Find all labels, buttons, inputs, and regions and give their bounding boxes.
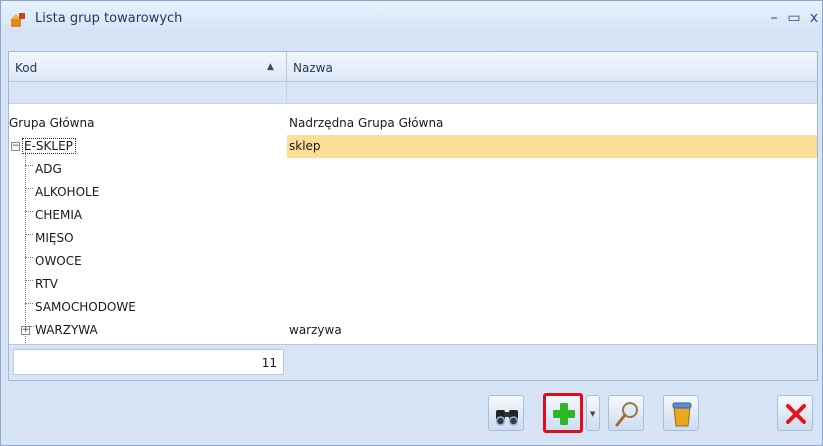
nazwa-cell — [287, 296, 817, 319]
nazwa-cell — [287, 181, 817, 204]
kod-cell-text: E-SKLEP — [22, 138, 76, 154]
nazwa-cell: Nadrzędna Grupa Główna — [289, 116, 444, 130]
app-icon — [10, 11, 28, 29]
sort-ascending-icon: ▲ — [267, 62, 274, 72]
minimize-button[interactable]: – — [764, 8, 784, 28]
chevron-down-icon: ▼ — [590, 410, 596, 418]
kod-cell: MIĘSO — [35, 231, 74, 245]
table-row[interactable]: ADG — [9, 158, 817, 181]
table-row[interactable]: OWOCE — [9, 250, 817, 273]
nazwa-cell — [287, 250, 817, 273]
group-grid: Kod ▲ Nazwa Grupa Główna Nadrzędna Grupa… — [8, 51, 818, 381]
nazwa-cell — [287, 273, 817, 296]
column-header-nazwa-label: Nazwa — [293, 61, 333, 75]
kod-cell: WARZYWA — [35, 323, 98, 337]
close-window-button[interactable]: x — [804, 8, 823, 28]
filter-nazwa-cell[interactable] — [287, 82, 817, 104]
grid-footer: 11 — [9, 344, 817, 380]
grid-header: Kod ▲ Nazwa — [9, 52, 817, 82]
search-button[interactable] — [488, 395, 524, 431]
kod-cell: SAMOCHODOWE — [35, 300, 136, 314]
table-row[interactable]: MIĘSO — [9, 227, 817, 250]
column-header-kod[interactable]: Kod ▲ — [9, 52, 287, 82]
kod-cell: E-SKLEP — [9, 135, 287, 158]
delete-button[interactable] — [663, 395, 699, 431]
kod-cell: Grupa Główna — [9, 116, 95, 130]
table-row[interactable]: Grupa Główna Nadrzędna Grupa Główna — [9, 112, 817, 135]
window-title: Lista grup towarowych — [35, 11, 183, 26]
close-button[interactable] — [777, 395, 813, 431]
kod-cell: CHEMIA — [35, 208, 83, 222]
nazwa-cell: warzywa — [289, 323, 342, 337]
nazwa-cell — [287, 204, 817, 227]
column-header-kod-label: Kod — [15, 61, 38, 75]
maximize-button[interactable]: ▭ — [784, 8, 804, 28]
table-row[interactable]: CHEMIA — [9, 204, 817, 227]
nazwa-cell — [287, 227, 817, 250]
kod-cell: RTV — [35, 277, 59, 291]
toolbar: ▼ — [1, 387, 822, 445]
table-row[interactable]: RTV — [9, 273, 817, 296]
add-button[interactable] — [543, 393, 583, 433]
nazwa-cell — [287, 158, 817, 181]
filter-row — [9, 82, 817, 104]
add-dropdown-button[interactable]: ▼ — [586, 395, 600, 431]
filter-kod-cell[interactable] — [9, 82, 287, 104]
kod-cell: OWOCE — [35, 254, 82, 268]
kod-cell: ALKOHOLE — [35, 185, 100, 199]
window: Lista grup towarowych – ▭ x Kod ▲ Nazwa — [0, 0, 823, 446]
table-row[interactable]: SAMOCHODOWE — [9, 296, 817, 319]
title-bar: Lista grup towarowych – ▭ x — [1, 1, 822, 35]
row-count: 11 — [13, 349, 284, 375]
table-row[interactable]: ALKOHOLE — [9, 181, 817, 204]
table-row[interactable]: − E-SKLEP sklep — [9, 135, 817, 158]
edit-button[interactable] — [608, 395, 644, 431]
column-header-nazwa[interactable]: Nazwa — [287, 52, 817, 82]
nazwa-cell: sklep — [287, 135, 817, 158]
table-row[interactable]: + WARZYWA warzywa — [9, 319, 817, 342]
kod-cell: ADG — [35, 162, 62, 176]
